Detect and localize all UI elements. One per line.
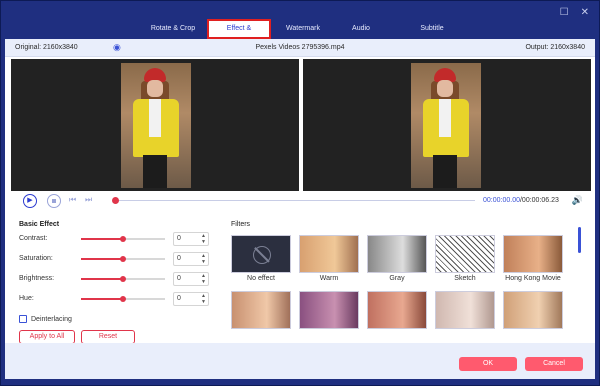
filter-sketch[interactable] <box>435 235 495 273</box>
volume-icon[interactable]: 🔊 <box>572 195 583 206</box>
player-controls: ▶ ⏮ ⏭ 00:00:00.00/00:00:06.23 🔊 <box>11 193 591 209</box>
tab-effect-filter[interactable]: Effect & Filter <box>207 19 271 48</box>
window-controls: ☐ ✕ <box>560 7 589 18</box>
progress-track[interactable] <box>115 200 475 201</box>
tab-audio[interactable]: Audio <box>335 19 387 39</box>
time-display: 00:00:00.00/00:00:06.23 <box>483 197 559 204</box>
output-preview <box>303 59 591 191</box>
stepper-icon[interactable]: ▲ ▼ <box>201 273 206 285</box>
contrast-label: Contrast: <box>19 235 48 242</box>
brightness-slider[interactable] <box>81 276 165 282</box>
video-frame-original <box>121 63 191 188</box>
saturation-slider[interactable] <box>81 256 165 262</box>
hue-slider[interactable] <box>81 296 165 302</box>
title-bar: ☐ ✕ Rotate & Crop Effect & Filter Waterm… <box>1 1 599 48</box>
brightness-row: Brightness: 0 ▲ ▼ <box>19 272 219 286</box>
output-resolution: Output: 2160x3840 <box>525 44 585 51</box>
filter-item[interactable] <box>299 291 359 329</box>
ok-button[interactable]: OK <box>459 357 517 371</box>
stop-button[interactable] <box>47 194 61 208</box>
filter-warm[interactable] <box>299 235 359 273</box>
filter-item[interactable] <box>435 291 495 329</box>
contrast-slider[interactable] <box>81 236 165 242</box>
reset-button[interactable]: Reset <box>81 330 135 344</box>
hue-label: Hue: <box>19 295 34 302</box>
apply-to-all-button[interactable]: Apply to All <box>19 330 75 344</box>
total-time: /00:00:06.23 <box>519 197 559 204</box>
current-time: 00:00:00.00 <box>483 197 520 204</box>
file-name: Pexels Videos 2795396.mp4 <box>255 44 345 51</box>
filter-no-effect[interactable] <box>231 235 291 273</box>
contrast-value-field[interactable]: 0 ▲ ▼ <box>173 232 209 246</box>
brightness-label: Brightness: <box>19 275 55 282</box>
filter-item[interactable] <box>231 291 291 329</box>
stepper-icon[interactable]: ▲ ▼ <box>201 293 206 305</box>
deinterlacing-label: Deinterlacing <box>31 316 72 323</box>
tab-rotate-crop[interactable]: Rotate & Crop <box>139 19 207 39</box>
progress-handle[interactable] <box>112 197 119 204</box>
footer-bar: OK Cancel <box>5 343 595 379</box>
filter-label: No effect <box>247 275 275 282</box>
hue-value-field[interactable]: 0 ▲ ▼ <box>173 292 209 306</box>
play-button[interactable]: ▶ <box>23 194 37 208</box>
deinterlacing-checkbox[interactable] <box>19 315 27 323</box>
saturation-label: Saturation: <box>19 255 53 262</box>
filter-item[interactable] <box>367 291 427 329</box>
close-icon[interactable]: ✕ <box>581 7 589 18</box>
hue-row: Hue: 0 ▲ ▼ <box>19 292 219 306</box>
maximize-icon[interactable]: ☐ <box>560 7 569 18</box>
filter-label: Sketch <box>454 275 476 282</box>
filter-hong-kong-movie[interactable] <box>503 235 563 273</box>
saturation-value-field[interactable]: 0 ▲ ▼ <box>173 252 209 266</box>
tab-bar: Rotate & Crop Effect & Filter Watermark … <box>139 19 477 48</box>
contrast-row: Contrast: 0 ▲ ▼ <box>19 232 219 246</box>
stepper-icon[interactable]: ▲ ▼ <box>201 253 206 265</box>
brightness-value-field[interactable]: 0 ▲ ▼ <box>173 272 209 286</box>
tab-subtitle[interactable]: Subtitle <box>387 19 477 39</box>
original-preview <box>11 59 299 191</box>
filters-scrollbar[interactable] <box>578 227 581 253</box>
filter-label: Gray <box>389 275 405 282</box>
previous-frame-icon[interactable]: ⏮ <box>69 195 76 205</box>
info-bar: Original: 2160x3840 ◉ Pexels Videos 2795… <box>5 39 595 57</box>
tab-watermark[interactable]: Watermark <box>271 19 335 39</box>
stepper-icon[interactable]: ▲ ▼ <box>201 233 206 245</box>
video-frame-output <box>411 63 481 188</box>
basic-effect-title: Basic Effect <box>19 221 60 228</box>
effect-filter-window: ☐ ✕ Rotate & Crop Effect & Filter Waterm… <box>0 0 600 386</box>
filters-title: Filters <box>231 221 251 228</box>
filter-gray[interactable] <box>367 235 427 273</box>
filter-item[interactable] <box>503 291 563 329</box>
filter-label: Hong Kong Movie <box>505 275 561 282</box>
cancel-button[interactable]: Cancel <box>525 357 583 371</box>
next-frame-icon[interactable]: ⏭ <box>85 195 92 205</box>
saturation-row: Saturation: 0 ▲ ▼ <box>19 252 219 266</box>
main-panel: Original: 2160x3840 ◉ Pexels Videos 2795… <box>5 39 595 379</box>
filter-label: Warm <box>319 275 339 282</box>
